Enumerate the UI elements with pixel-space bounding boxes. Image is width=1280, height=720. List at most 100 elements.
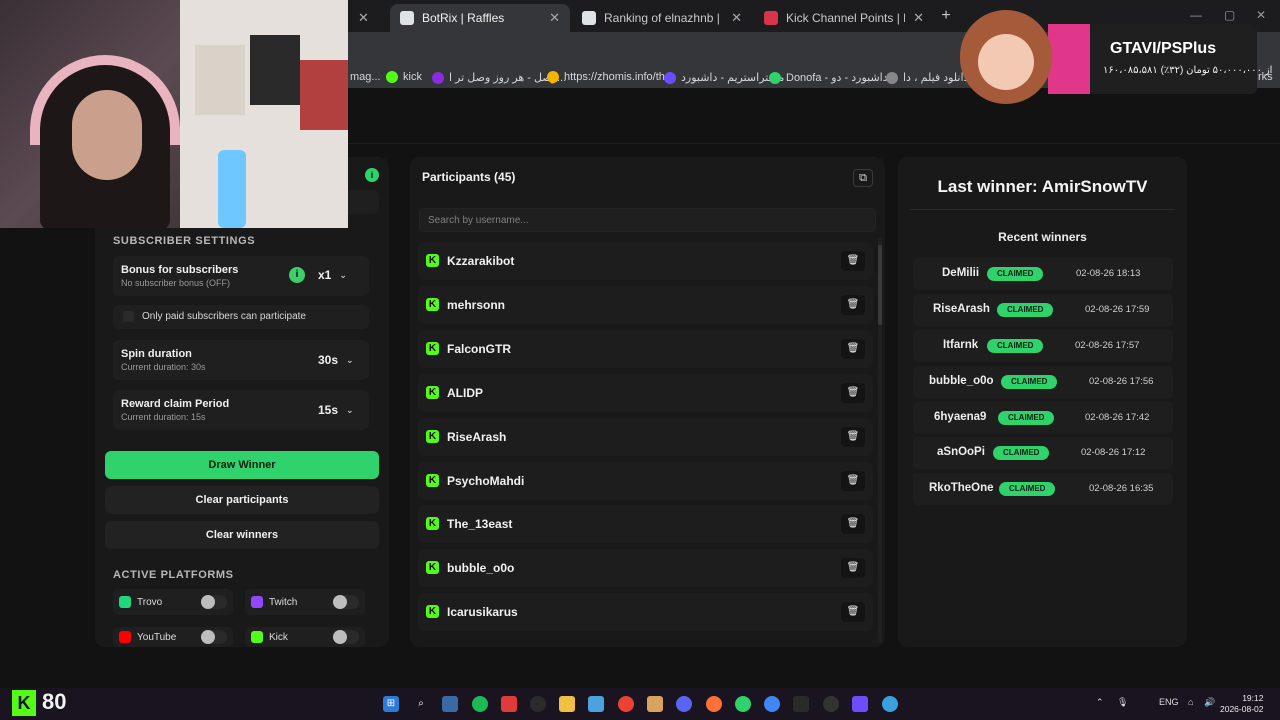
winner-name: DeMilii — [942, 267, 980, 279]
trash-icon[interactable]: 🗑 — [841, 558, 865, 578]
trash-icon[interactable]: 🗑 — [841, 339, 865, 359]
browser-tab[interactable]: Kick Channel Points | Blerp ✕ — [754, 4, 934, 32]
clear-winners-button[interactable]: Clear winners — [105, 521, 379, 549]
claim-title: Reward claim Period — [121, 398, 230, 410]
app-icon[interactable] — [530, 696, 546, 712]
trash-icon[interactable]: 🗑 — [841, 602, 865, 622]
winner-row: RkoTheOne CLAIMED 02-08-26 16:35 — [913, 473, 1173, 505]
winner-row: bubble_o0o CLAIMED 02-08-26 17:56 — [913, 366, 1173, 398]
participant-row: K bubble_o0o 🗑 — [418, 549, 873, 587]
winner-date: 02-08-26 18:13 — [1076, 268, 1141, 279]
taskbar — [0, 688, 1280, 720]
site-icon — [547, 71, 559, 83]
bookmark[interactable]: kick — [386, 71, 422, 83]
participant-row: K RiseArash 🗑 — [418, 418, 873, 456]
network-icon[interactable]: ⌂ — [1188, 697, 1193, 707]
trovo-toggle[interactable] — [201, 595, 227, 609]
trash-icon[interactable]: 🗑 — [841, 251, 865, 271]
browser-tab[interactable]: ✕ — [348, 4, 388, 32]
spin-duration-select[interactable]: 30s ⌄ — [318, 353, 354, 367]
winner-name: aSnOoPi — [937, 446, 985, 458]
chrome-icon[interactable] — [618, 696, 634, 712]
whatsapp-icon[interactable] — [735, 696, 751, 712]
close-tab-icon[interactable]: ✕ — [549, 10, 560, 26]
firefox-icon[interactable] — [706, 696, 722, 712]
platform-label: Kick — [269, 631, 288, 643]
close-tab-icon[interactable]: ✕ — [358, 10, 369, 26]
draw-winner-button[interactable]: Draw Winner — [105, 451, 379, 479]
chevron-down-icon: ⌄ — [346, 404, 354, 415]
microphone-icon[interactable]: 🎙 — [1117, 697, 1128, 708]
info-icon[interactable]: i — [365, 168, 379, 182]
volume-icon[interactable]: 🔊 — [1204, 697, 1215, 708]
kick-toggle[interactable] — [333, 630, 359, 644]
scrollbar-thumb[interactable] — [878, 245, 882, 325]
tray-chevron-icon[interactable]: ⌃ — [1096, 697, 1104, 708]
copy-icon[interactable]: ⧉ — [853, 169, 873, 187]
trash-icon[interactable]: 🗑 — [841, 295, 865, 315]
browser-tab[interactable]: Ranking of elnazhnb | BotRix — C ✕ — [572, 4, 752, 32]
bookmark[interactable]: Donofa - داشبورد - دو... — [769, 71, 897, 84]
app-icon[interactable] — [852, 696, 868, 712]
search-icon[interactable]: ⌕ — [413, 696, 429, 712]
platform-youtube: YouTube — [113, 627, 233, 647]
close-window-icon[interactable]: ✕ — [1256, 8, 1266, 22]
close-tab-icon[interactable]: ✕ — [913, 10, 924, 26]
bookmark[interactable]: mag... — [350, 71, 381, 83]
tab-title: Ranking of elnazhnb | BotRix — C — [604, 11, 723, 25]
obs-icon[interactable] — [823, 696, 839, 712]
claim-period-setting: Reward claim Period Current duration: 15… — [113, 390, 369, 430]
cartoon-avatar-face — [978, 34, 1034, 90]
app-icon[interactable] — [588, 696, 604, 712]
new-tab-button[interactable]: + — [936, 6, 956, 26]
spotify-icon[interactable] — [472, 696, 488, 712]
participant-name: RiseArash — [447, 430, 507, 444]
kick-icon — [251, 631, 263, 643]
discord-icon[interactable] — [676, 696, 692, 712]
winner-name: RkoTheOne — [929, 482, 994, 494]
chrome-icon[interactable] — [764, 696, 780, 712]
webcam-overlay — [0, 0, 348, 228]
app-icon[interactable] — [647, 696, 663, 712]
claimed-badge: CLAIMED — [997, 303, 1054, 317]
bonus-select[interactable]: x1 ⌄ — [318, 268, 347, 282]
bookmark[interactable]: https://zhomis.info/th... — [547, 71, 674, 83]
app-icon[interactable] — [501, 696, 517, 712]
clear-participants-button[interactable]: Clear participants — [105, 486, 379, 514]
browser-tab-active[interactable]: BotRix | Raffles ✕ — [390, 4, 570, 32]
terminal-icon[interactable] — [793, 696, 809, 712]
bookmark[interactable]: مستراستریم - داشبورد — [664, 71, 784, 84]
participant-search-input[interactable] — [419, 208, 876, 232]
close-tab-icon[interactable]: ✕ — [731, 10, 742, 26]
divider — [910, 209, 1175, 210]
paid-only-label: Only paid subscribers can participate — [142, 311, 306, 322]
folder-icon[interactable] — [559, 696, 575, 712]
trash-icon[interactable]: 🗑 — [841, 383, 865, 403]
platform-label: Twitch — [269, 596, 298, 608]
spin-subtitle: Current duration: 30s — [121, 362, 206, 372]
language-indicator[interactable]: ENG — [1159, 697, 1179, 707]
taskview-icon[interactable] — [442, 696, 458, 712]
twitch-toggle[interactable] — [333, 595, 359, 609]
winner-date: 02-08-26 16:35 — [1089, 483, 1154, 494]
claim-period-select[interactable]: 15s ⌄ — [318, 403, 354, 417]
paid-only-checkbox[interactable] — [123, 311, 134, 322]
headset — [30, 55, 180, 145]
chevron-down-icon: ⌄ — [339, 269, 347, 280]
telegram-icon[interactable] — [882, 696, 898, 712]
poster — [300, 60, 348, 130]
bonus-title: Bonus for subscribers — [121, 264, 239, 276]
trash-icon[interactable]: 🗑 — [841, 514, 865, 534]
winner-name: Itfarnk — [943, 339, 979, 351]
paid-only-setting[interactable]: Only paid subscribers can participate — [113, 305, 369, 329]
system-clock[interactable]: 19:12 2026-08-02 — [1220, 693, 1263, 715]
info-icon[interactable]: i — [289, 267, 305, 283]
trash-icon[interactable]: 🗑 — [841, 471, 865, 491]
platform-trovo: Trovo — [113, 589, 233, 615]
youtube-toggle[interactable] — [201, 630, 227, 644]
clock-date: 2026-08-02 — [1220, 704, 1264, 714]
participant-name: Kzzarakibot — [447, 254, 515, 268]
start-icon[interactable]: ⊞ — [383, 696, 399, 712]
trash-icon[interactable]: 🗑 — [841, 427, 865, 447]
kick-icon: K — [426, 342, 439, 355]
